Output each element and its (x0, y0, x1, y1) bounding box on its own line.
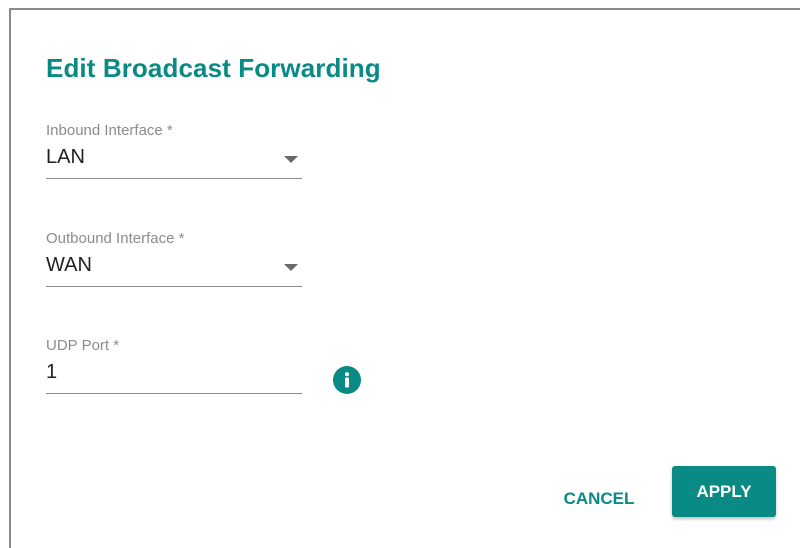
inbound-interface-select[interactable]: Inbound Interface * LAN (46, 122, 302, 188)
inbound-interface-underline (46, 178, 302, 179)
edit-broadcast-forwarding-dialog: Edit Broadcast Forwarding Inbound Interf… (9, 8, 800, 548)
udp-port-field[interactable]: UDP Port * 1 (46, 337, 302, 403)
inbound-interface-label: Inbound Interface * (46, 122, 173, 139)
outbound-interface-label: Outbound Interface * (46, 230, 185, 247)
dropdown-arrow-icon[interactable] (284, 156, 298, 163)
outbound-interface-underline (46, 286, 302, 287)
outbound-interface-value[interactable]: WAN (46, 254, 92, 277)
cancel-button[interactable]: CANCEL (551, 476, 647, 522)
inbound-interface-value[interactable]: LAN (46, 146, 85, 169)
udp-port-input[interactable]: 1 (46, 361, 57, 384)
udp-port-underline (46, 393, 302, 394)
outbound-interface-select[interactable]: Outbound Interface * WAN (46, 230, 302, 296)
apply-button[interactable]: APPLY (672, 466, 776, 517)
dialog-title: Edit Broadcast Forwarding (46, 53, 381, 83)
info-icon[interactable] (333, 366, 361, 394)
dropdown-arrow-icon[interactable] (284, 264, 298, 271)
udp-port-label: UDP Port * (46, 337, 120, 354)
